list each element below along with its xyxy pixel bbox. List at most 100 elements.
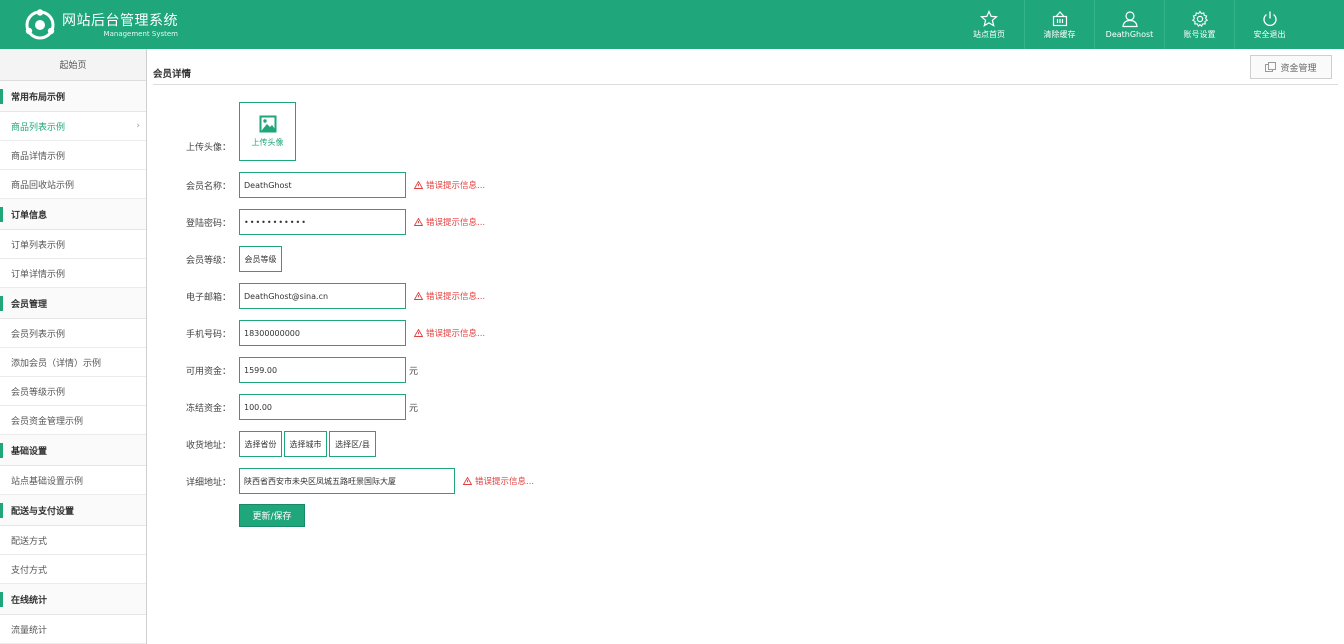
sidebar-item-label: 商品列表示例 (11, 122, 66, 133)
sidebar-item-label: 订单列表示例 (11, 240, 66, 251)
province-select[interactable]: 选择省份 (239, 431, 282, 457)
error-text: 错误提示信息... (426, 329, 486, 339)
detail-address-error: 错误提示信息... (463, 475, 534, 487)
sidebar-group-title: 基础设置 (0, 435, 146, 466)
name-error: 错误提示信息... (414, 179, 485, 191)
sidebar-item-label: 流量统计 (11, 625, 48, 636)
chevron-right-icon: › (136, 121, 140, 131)
sidebar-item-add-member[interactable]: 添加会员（详情）示例 (0, 348, 146, 377)
nav-logout[interactable]: 安全退出 (1234, 0, 1304, 49)
sidebar-item-payment[interactable]: 支付方式 (0, 555, 146, 584)
user-icon (1121, 10, 1138, 27)
sidebar: 起始页 常用布局示例 商品列表示例 › 商品详情示例 商品回收站示例 订单信息 … (0, 49, 147, 644)
sidebar-item-label: 会员列表示例 (11, 329, 66, 340)
name-label: 会员名称： (185, 182, 231, 192)
sidebar-item-site-settings[interactable]: 站点基础设置示例 (0, 466, 146, 495)
sidebar-group-title: 常用布局示例 (0, 81, 146, 112)
sidebar-item-order-detail[interactable]: 订单详情示例 (0, 259, 146, 288)
detail-address-input[interactable]: 陕西省西安市未央区凤城五路旺景国际大厦 (239, 468, 455, 494)
sidebar-item-label: 站点基础设置示例 (11, 476, 84, 487)
level-label: 会员等级： (185, 256, 231, 266)
nav-label: 清除缓存 (1043, 29, 1076, 39)
sidebar-group-title: 配送与支付设置 (0, 495, 146, 526)
available-funds-input[interactable]: 1599.00 (239, 357, 406, 383)
available-funds-unit: 元 (409, 367, 419, 377)
sidebar-item-traffic[interactable]: 流量统计 (0, 615, 146, 644)
member-level-select[interactable]: 会员等级 (239, 246, 282, 272)
nav-account-settings[interactable]: 账号设置 (1164, 0, 1234, 49)
sidebar-item-product-detail[interactable]: 商品详情示例 (0, 141, 146, 170)
sidebar-item-label: 会员等级示例 (11, 387, 66, 398)
avatar-label: 上传头像： (185, 143, 231, 153)
sidebar-item-label: 配送方式 (11, 536, 48, 547)
nav-clear-cache[interactable]: 清除缓存 (1024, 0, 1094, 49)
brand-subtitle: Management System (103, 29, 178, 38)
save-button[interactable]: 更新/保存 (239, 504, 305, 527)
frozen-funds-label: 冻结资金： (185, 404, 231, 414)
password-label: 登陆密码： (185, 219, 231, 229)
district-select[interactable]: 选择区/县 (329, 431, 376, 457)
upload-avatar-label: 上传头像 (251, 138, 284, 147)
brand: 网站后台管理系统 Management System (0, 0, 178, 49)
email-input[interactable]: DeathGhost@sina.cn (239, 283, 406, 309)
sidebar-item-member-list[interactable]: 会员列表示例 (0, 319, 146, 348)
error-text: 错误提示信息... (475, 477, 535, 487)
page-header: 会员详情 资金管理 (153, 49, 1338, 85)
warning-icon (414, 292, 423, 300)
detail-address-label: 详细地址： (185, 478, 231, 488)
frozen-funds-unit: 元 (409, 404, 419, 414)
phone-error: 错误提示信息... (414, 327, 485, 339)
sidebar-home[interactable]: 起始页 (0, 49, 146, 81)
power-icon (1262, 11, 1277, 26)
name-input[interactable]: DeathGhost (239, 172, 406, 198)
gear-icon (1191, 10, 1208, 27)
fund-management-button[interactable]: 资金管理 (1250, 55, 1332, 79)
error-text: 错误提示信息... (426, 181, 486, 191)
nav-label: DeathGhost (1105, 29, 1154, 39)
error-text: 错误提示信息... (426, 218, 486, 228)
top-nav: 站点首页 清除缓存 DeathGhost 账号设置 安全退出 (954, 0, 1304, 49)
top-header: 网站后台管理系统 Management System 站点首页 清除缓存 Dea… (0, 0, 1344, 49)
available-funds-label: 可用资金： (185, 367, 231, 377)
sidebar-item-product-list[interactable]: 商品列表示例 › (0, 112, 146, 141)
city-select[interactable]: 选择城市 (284, 431, 327, 457)
main-content: 会员详情 资金管理 上传头像： 上传头像 会员名称： DeathGhost 错误… (147, 49, 1344, 644)
warning-icon (463, 477, 472, 485)
nav-site-home[interactable]: 站点首页 (954, 0, 1024, 49)
sidebar-item-member-level[interactable]: 会员等级示例 (0, 377, 146, 406)
sidebar-item-product-recycle[interactable]: 商品回收站示例 (0, 170, 146, 199)
sidebar-group-title: 在线统计 (0, 584, 146, 615)
sidebar-item-label: 会员资金管理示例 (11, 416, 84, 427)
sidebar-item-member-funds[interactable]: 会员资金管理示例 (0, 406, 146, 435)
sidebar-item-label: 订单详情示例 (11, 269, 66, 280)
nav-label: 账号设置 (1183, 29, 1216, 39)
nav-label: 站点首页 (973, 29, 1005, 39)
phone-label: 手机号码： (185, 330, 231, 340)
page-title: 会员详情 (153, 69, 192, 80)
sidebar-item-delivery[interactable]: 配送方式 (0, 526, 146, 555)
password-error: 错误提示信息... (414, 216, 485, 228)
warning-icon (414, 329, 423, 337)
sidebar-item-label: 商品详情示例 (11, 151, 66, 162)
password-input[interactable]: ••••••••••• (239, 209, 406, 235)
sidebar-group-title: 订单信息 (0, 199, 146, 230)
upload-avatar-button[interactable]: 上传头像 (239, 102, 296, 161)
brand-title: 网站后台管理系统 (62, 12, 178, 29)
sidebar-group-title: 会员管理 (0, 288, 146, 319)
email-error: 错误提示信息... (414, 290, 485, 302)
email-label: 电子邮箱： (185, 293, 231, 303)
sidebar-item-label: 支付方式 (11, 565, 48, 576)
fund-management-label: 资金管理 (1280, 63, 1317, 74)
logo-icon (25, 8, 55, 39)
nav-user[interactable]: DeathGhost (1094, 0, 1164, 49)
error-text: 错误提示信息... (426, 292, 486, 302)
phone-input[interactable]: 18300000000 (239, 320, 406, 346)
sidebar-item-label: 添加会员（详情）示例 (11, 358, 102, 369)
money-icon (1265, 62, 1277, 72)
warning-icon (414, 181, 423, 189)
nav-label: 安全退出 (1253, 29, 1286, 39)
star-icon (980, 9, 998, 27)
sidebar-item-order-list[interactable]: 订单列表示例 (0, 230, 146, 259)
frozen-funds-input[interactable]: 100.00 (239, 394, 406, 420)
image-upload-icon (259, 115, 276, 133)
